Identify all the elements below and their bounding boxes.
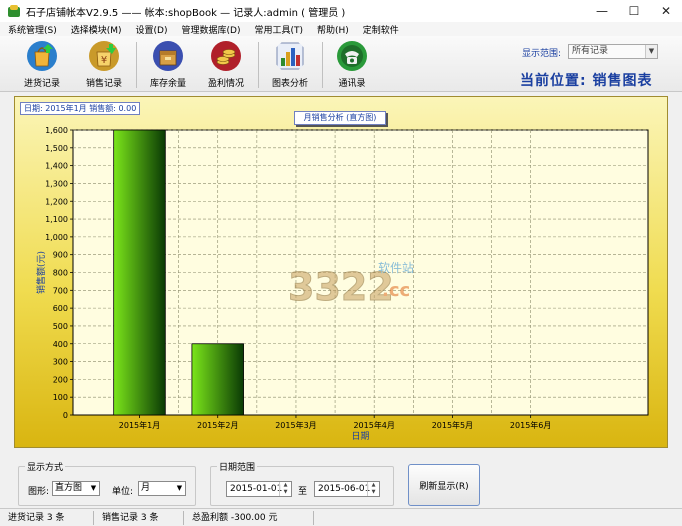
- chart-info-label: 日期: 2015年1月 销售额: 0.00: [20, 102, 141, 115]
- app-logo-icon: [8, 5, 20, 17]
- inventory-button[interactable]: 库存余量: [142, 40, 194, 90]
- chart-analysis-icon: [276, 42, 304, 70]
- current-location: 当前位置: 销售图表: [520, 73, 653, 89]
- date-to-field[interactable]: 2015-06-01 ▲ ▼: [314, 481, 380, 497]
- chevron-down-icon: ▼: [645, 45, 657, 58]
- purchase-bag-icon: [27, 41, 57, 71]
- minimize-button[interactable]: —: [586, 0, 618, 22]
- status-total-profit: 总盈利额 -300.00 元: [184, 510, 314, 525]
- status-bar: 进货记录 3 条 销售记录 3 条 总盈利额 -300.00 元: [0, 508, 682, 526]
- inventory-box-icon: [153, 41, 183, 71]
- phone-book-icon: [337, 41, 367, 71]
- date-from-field[interactable]: 2015-01-01 ▲ ▼: [226, 481, 292, 497]
- chart-analysis-button[interactable]: 图表分析: [264, 40, 316, 90]
- profit-button[interactable]: 盈利情况: [200, 40, 252, 90]
- date-to-label: 至: [298, 487, 308, 497]
- chevron-down-icon: ▼: [176, 484, 183, 492]
- range-select[interactable]: 所有记录 ▼: [568, 44, 658, 59]
- toolbar-separator: [322, 42, 323, 88]
- menu-module[interactable]: 选择模块(M): [71, 23, 122, 36]
- window-title: 石子店铺帐本V2.9.5 —— 帐本:shopBook — 记录人:admin …: [26, 7, 346, 19]
- date-from-value: 2015-01-01: [230, 484, 283, 494]
- range-label: 显示范围:: [522, 49, 562, 59]
- inventory-label: 库存余量: [149, 79, 186, 89]
- watermark-logo: 3322 软件站 .cc: [288, 261, 415, 310]
- range-select-value: 所有记录: [572, 46, 609, 56]
- contacts-button[interactable]: 通讯录: [326, 40, 378, 90]
- chart-title: 月销售分析 (直方图): [294, 111, 386, 125]
- date-range-title: 日期范围: [217, 460, 258, 473]
- menu-custom[interactable]: 定制软件: [363, 23, 399, 36]
- sales-records-button[interactable]: ¥ 销售记录: [78, 40, 130, 90]
- contacts-label: 通讯录: [338, 79, 366, 89]
- watermark-suffix: .cc: [382, 280, 410, 301]
- purchase-records-label: 进货记录: [23, 79, 60, 89]
- title-bar: 石子店铺帐本V2.9.5 —— 帐本:shopBook — 记录人:admin …: [0, 0, 682, 22]
- menu-database[interactable]: 管理数据库(D): [182, 23, 241, 36]
- chart-type-label: 图形:: [28, 487, 50, 497]
- profit-coins-icon: [211, 41, 241, 71]
- chart-analysis-label: 图表分析: [271, 79, 308, 89]
- menu-tools[interactable]: 常用工具(T): [254, 23, 303, 36]
- status-purchase-count: 进货记录 3 条: [0, 510, 94, 525]
- refresh-button[interactable]: 刷新显示(R): [408, 464, 480, 506]
- display-mode-title: 显示方式: [25, 460, 66, 473]
- menu-help[interactable]: 帮助(H): [317, 23, 349, 36]
- sales-money-icon: ¥: [89, 41, 119, 71]
- sales-records-label: 销售记录: [85, 79, 122, 89]
- unit-select[interactable]: 月 ▼: [138, 481, 186, 496]
- menu-bar: 系统管理(S) 选择模块(M) 设置(D) 管理数据库(D) 常用工具(T) 帮…: [0, 22, 682, 36]
- chart-type-select[interactable]: 直方图 ▼: [52, 481, 100, 496]
- spin-arrows-icon[interactable]: ▲ ▼: [367, 482, 379, 496]
- svg-text:¥: ¥: [101, 55, 107, 66]
- close-button[interactable]: ✕: [650, 0, 682, 22]
- chevron-down-icon: ▼: [90, 484, 97, 492]
- profit-label: 盈利情况: [207, 79, 244, 89]
- unit-label: 单位:: [112, 487, 134, 497]
- spin-arrows-icon[interactable]: ▲ ▼: [279, 482, 291, 496]
- unit-value: 月: [141, 483, 151, 493]
- window-controls: — ☐ ✕: [586, 0, 682, 22]
- status-sales-count: 销售记录 3 条: [94, 510, 184, 525]
- watermark-site: 软件站: [378, 261, 414, 275]
- maximize-button[interactable]: ☐: [618, 0, 650, 22]
- date-to-value: 2015-06-01: [318, 484, 371, 494]
- purchase-records-button[interactable]: 进货记录: [16, 40, 68, 90]
- toolbar-separator: [136, 42, 137, 88]
- menu-system[interactable]: 系统管理(S): [8, 23, 57, 36]
- chart-type-value: 直方图: [55, 483, 83, 493]
- toolbar-separator: [258, 42, 259, 88]
- menu-settings[interactable]: 设置(D): [136, 23, 168, 36]
